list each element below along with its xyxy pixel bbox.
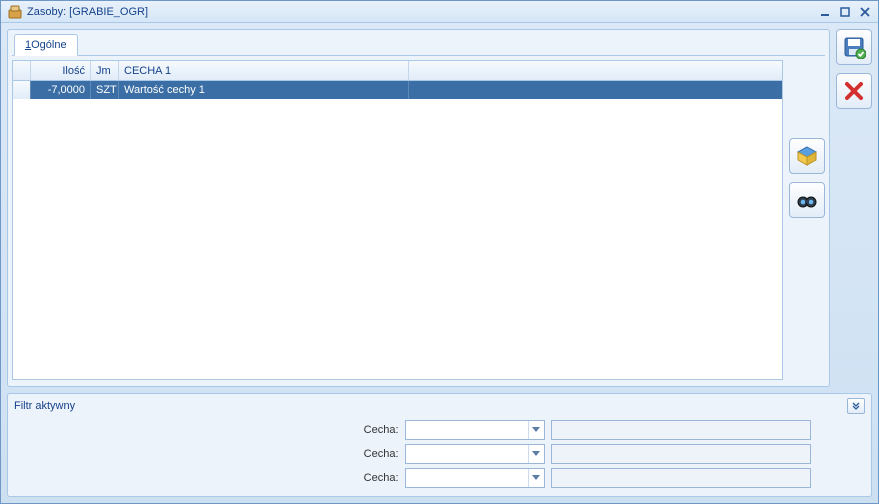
minimize-button[interactable] [816,5,834,19]
filter-collapse-button[interactable] [847,398,865,414]
col-indicator[interactable] [13,61,31,80]
table-row[interactable]: -7,0000 SZT Wartość cechy 1 [13,81,782,99]
cell-ilosc: -7,0000 [31,81,91,99]
chevron-down-icon [528,445,544,463]
row-indicator [13,81,31,99]
col-ilosc[interactable]: Ilość [31,61,91,80]
filter-rows: Cecha: Cecha: [14,420,865,488]
filter-row-1: Cecha: [14,420,865,440]
tab-ogolne[interactable]: 1 Ogólne [14,34,78,56]
close-icon [843,80,865,102]
package-icon [796,145,818,167]
col-jm[interactable]: Jm [91,61,119,80]
cell-rest [409,81,782,99]
filter-combo-1[interactable] [405,420,545,440]
window-title: Zasoby: [GRABIE_OGR] [27,6,814,18]
package-button[interactable] [789,138,825,174]
tab-strip: 1 Ogólne [12,34,825,56]
save-button[interactable] [836,29,872,65]
filter-label-3: Cecha: [69,472,399,484]
tab-label: Ogólne [31,39,66,51]
upper-area: 1 Ogólne Ilość Jm CECHA 1 [7,29,872,387]
chevron-down-double-icon [851,401,861,411]
cell-cecha1: Wartość cechy 1 [119,81,409,99]
find-button[interactable] [789,182,825,218]
titlebar: Zasoby: [GRABIE_OGR] [1,1,878,23]
grid-body[interactable]: -7,0000 SZT Wartość cechy 1 [13,81,782,379]
filter-combo-2[interactable] [405,444,545,464]
col-rest [409,61,782,80]
filter-title: Filtr aktywny [14,400,75,412]
save-icon [842,35,866,59]
grid-side-buttons [789,60,825,380]
filter-label-2: Cecha: [69,448,399,460]
main-panel: 1 Ogólne Ilość Jm CECHA 1 [7,29,830,387]
grid[interactable]: Ilość Jm CECHA 1 -7,0000 SZT Wartość cec… [12,60,783,380]
grid-area: Ilość Jm CECHA 1 -7,0000 SZT Wartość cec… [12,60,825,380]
grid-header: Ilość Jm CECHA 1 [13,61,782,81]
filter-row-3: Cecha: [14,468,865,488]
app-icon [7,4,23,20]
window: Zasoby: [GRABIE_OGR] 1 Ogólne [0,0,879,504]
filter-combo-3[interactable] [405,468,545,488]
binoculars-icon [796,189,818,211]
close-button[interactable] [836,73,872,109]
filter-panel: Filtr aktywny Cecha: [7,393,872,497]
filter-row-2: Cecha: [14,444,865,464]
cell-jm: SZT [91,81,119,99]
filter-label-1: Cecha: [69,424,399,436]
filter-header: Filtr aktywny [14,398,865,414]
maximize-button[interactable] [836,5,854,19]
filter-value-2[interactable] [551,444,811,464]
chevron-down-icon [528,469,544,487]
col-cecha1[interactable]: CECHA 1 [119,61,409,80]
filter-value-3[interactable] [551,468,811,488]
close-window-button[interactable] [856,5,874,19]
client-area: 1 Ogólne Ilość Jm CECHA 1 [1,23,878,503]
right-toolbar [836,29,872,387]
filter-value-1[interactable] [551,420,811,440]
chevron-down-icon [528,421,544,439]
